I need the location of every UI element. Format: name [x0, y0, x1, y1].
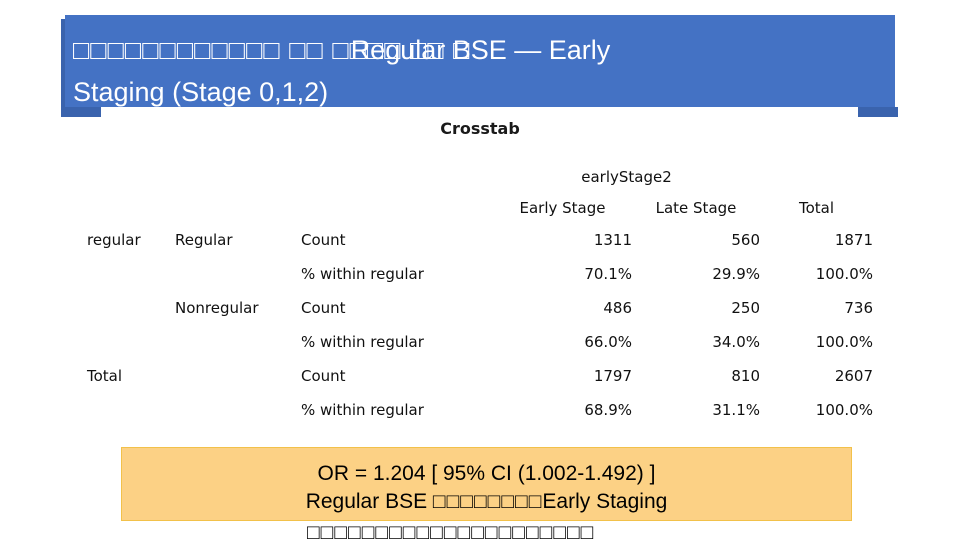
cell-total-percent-late: 31.1%	[632, 393, 760, 427]
row-stat-percent: % within regular	[301, 393, 493, 427]
header-corner-blank-3	[301, 161, 493, 192]
banner-title-line-2: Staging (Stage 0,1,2)	[73, 77, 329, 107]
table-row: regular Regular Count 1311 560 1871	[87, 223, 873, 257]
title-banner: □□□□□□□□□□□□ □□ □□□□ □□ □ Regular BSE — …	[65, 15, 895, 107]
header-blank-6	[301, 192, 493, 223]
cell-regular-count-total: 1871	[760, 223, 873, 257]
cell-nonregular-percent-total: 100.0%	[760, 325, 873, 359]
bottom-missing-glyphs-strip: □□□□□□□□□□□□□□□□□□□□□	[307, 521, 595, 541]
odds-ratio-callout: OR = 1.204 [ 95% CI (1.002-1.492) ] Regu…	[121, 447, 852, 521]
total-blank-2	[87, 393, 175, 427]
cell-regular-percent-early: 70.1%	[493, 257, 632, 291]
cell-nonregular-count-total: 736	[760, 291, 873, 325]
column-group-header: earlyStage2	[493, 161, 760, 192]
header-corner-blank-2	[175, 161, 301, 192]
cell-total-count-early: 1797	[493, 359, 632, 393]
table-row: Nonregular Count 486 250 736	[87, 291, 873, 325]
banner-title-overlay: Regular BSE — Early	[350, 35, 611, 65]
table-row: % within regular 66.0% 34.0% 100.0%	[87, 325, 873, 359]
cell-regular-percent-total: 100.0%	[760, 257, 873, 291]
row-blank-5	[175, 325, 301, 359]
header-corner-blank-1	[87, 161, 175, 192]
row-category-regular: Regular	[175, 223, 301, 257]
banner-shadow-bottom-left	[61, 107, 101, 117]
cell-total-count-total: 2607	[760, 359, 873, 393]
callout-prefix: Regular BSE	[305, 490, 433, 513]
cell-nonregular-count-late: 250	[632, 291, 760, 325]
column-header-early-stage: Early Stage	[493, 192, 632, 223]
row-variable-label: regular	[87, 223, 175, 257]
row-blank-4	[87, 325, 175, 359]
crosstab-caption: Crosstab	[440, 119, 520, 138]
row-stat-percent: % within regular	[301, 325, 493, 359]
total-blank-3	[175, 393, 301, 427]
header-blank-4	[87, 192, 175, 223]
crosstab-table: earlyStage2 Early Stage Late Stage Total…	[87, 161, 873, 427]
crosstab-table-container: earlyStage2 Early Stage Late Stage Total…	[87, 161, 873, 427]
odds-ratio-text: OR = 1.204 [ 95% CI (1.002-1.492) ]	[317, 462, 656, 485]
total-row-label: Total	[87, 359, 175, 393]
row-blank-3	[87, 291, 175, 325]
table-row: Total Count 1797 810 2607	[87, 359, 873, 393]
header-total-blank	[760, 161, 873, 192]
table-row: % within regular 68.9% 31.1% 100.0%	[87, 393, 873, 427]
column-header-late-stage: Late Stage	[632, 192, 760, 223]
callout-missing-glyphs: □□□□□□□□	[432, 490, 543, 513]
row-stat-percent: % within regular	[301, 257, 493, 291]
banner-shadow-bottom-right	[858, 107, 898, 117]
row-blank-2	[175, 257, 301, 291]
cell-total-percent-total: 100.0%	[760, 393, 873, 427]
header-blank-5	[175, 192, 301, 223]
cell-regular-count-early: 1311	[493, 223, 632, 257]
cell-nonregular-percent-late: 34.0%	[632, 325, 760, 359]
row-stat-count: Count	[301, 223, 493, 257]
total-blank-1	[175, 359, 301, 393]
cell-regular-count-late: 560	[632, 223, 760, 257]
table-header-row-columns: Early Stage Late Stage Total	[87, 192, 873, 223]
cell-nonregular-percent-early: 66.0%	[493, 325, 632, 359]
banner-title-line-1: □□□□□□□□□□□□ □□ □□□□ □□ □ Regular BSE — …	[73, 35, 888, 65]
table-header-row-group: earlyStage2	[87, 161, 873, 192]
row-category-nonregular: Nonregular	[175, 291, 301, 325]
cell-total-percent-early: 68.9%	[493, 393, 632, 427]
callout-overlay: Early Staging	[542, 490, 668, 513]
table-row: % within regular 70.1% 29.9% 100.0%	[87, 257, 873, 291]
row-stat-count: Count	[301, 359, 493, 393]
cell-regular-percent-late: 29.9%	[632, 257, 760, 291]
cell-total-count-late: 810	[632, 359, 760, 393]
row-stat-count: Count	[301, 291, 493, 325]
column-header-total: Total	[760, 192, 873, 223]
callout-relationship-line: Regular BSE □□□□□□□□Early Staging	[122, 490, 851, 514]
cell-nonregular-count-early: 486	[493, 291, 632, 325]
row-blank-1	[87, 257, 175, 291]
